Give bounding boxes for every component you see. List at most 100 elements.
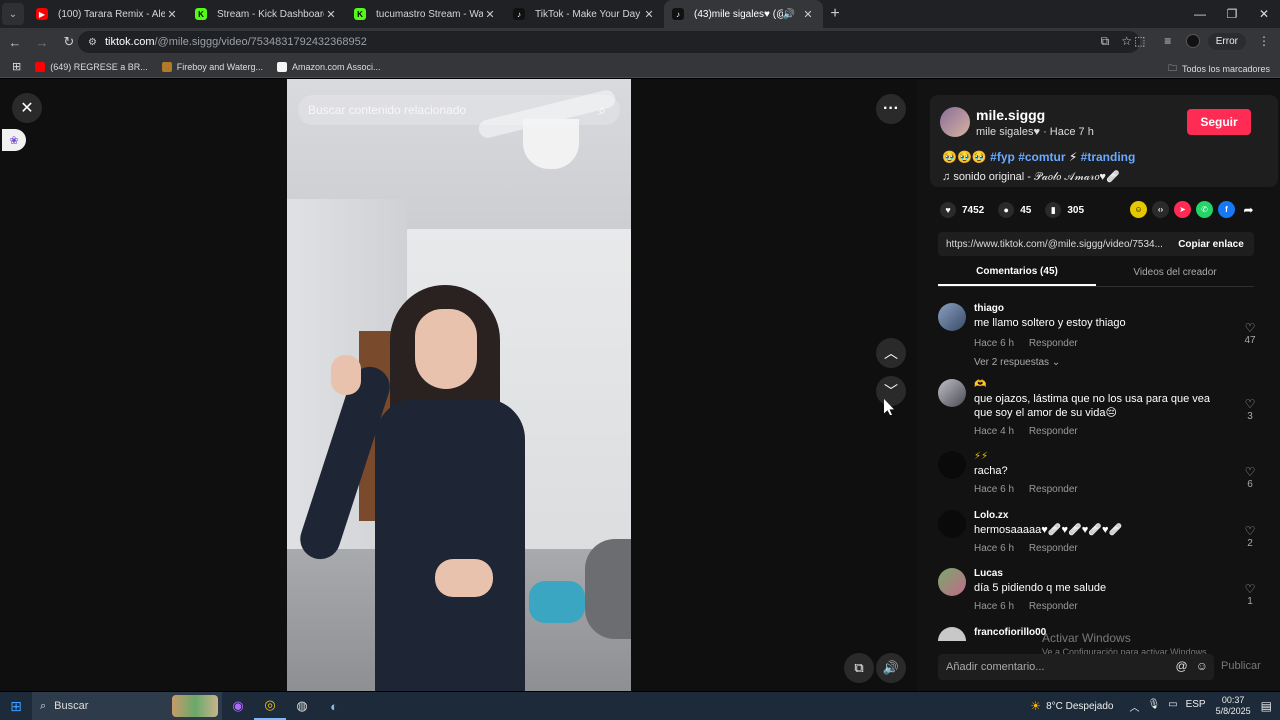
tab-kick-stream[interactable]: K tucumastro Stream - Watch Live ✕ — [346, 0, 505, 28]
tab-tiktok-video[interactable]: ♪ (43)mile sigales♥ (@mile.s 🔊 ✕ — [664, 0, 823, 28]
close-window-icon[interactable]: ✕ — [1248, 0, 1280, 28]
comment-like-button[interactable]: ♡ 47 — [1240, 321, 1260, 346]
reply-button[interactable]: Responder — [1029, 484, 1078, 495]
comment-like-button[interactable]: ♡ 3 — [1240, 397, 1260, 422]
next-video-button[interactable]: ﹀ — [876, 376, 906, 406]
more-options-button[interactable]: ··· — [876, 94, 906, 124]
creator-username[interactable]: mile.siggg — [976, 107, 1045, 123]
weather-widget[interactable]: ☀ 8°C Despejado — [1030, 699, 1113, 713]
whatsapp-icon[interactable]: ✆ — [1196, 201, 1213, 218]
share-arrow-icon[interactable]: ➦ — [1240, 201, 1257, 218]
hashtag-tranding[interactable]: #tranding — [1081, 150, 1136, 164]
reply-button[interactable]: Responder — [1029, 543, 1078, 554]
chevron-up-icon[interactable]: ︿ — [1129, 699, 1139, 714]
creator-avatar[interactable] — [940, 107, 970, 137]
related-search-input[interactable]: Buscar contenido relacionado ⌕ — [298, 95, 620, 125]
comment-like-button[interactable]: ♡ 1 — [1240, 582, 1260, 607]
address-bar[interactable]: ⚙ tiktok.com /@mile.siggg/video/75348317… — [78, 31, 1140, 53]
reply-button[interactable]: Responder — [1029, 601, 1078, 612]
embed-icon[interactable]: ‹› — [1152, 201, 1169, 218]
comment-button[interactable]: ● 45 — [998, 202, 1031, 218]
notifications-icon[interactable]: ▤ — [1261, 699, 1272, 713]
commenter-name[interactable]: francofiorillo00 — [974, 627, 1046, 638]
microphone-icon[interactable]: 🎙 — [1147, 699, 1160, 714]
tab-youtube[interactable]: ▶ (100) Tarara Remix - Alexio Feat ✕ — [28, 0, 187, 28]
comment-like-button[interactable]: ♡ 6 — [1240, 465, 1260, 490]
commenter-avatar[interactable] — [938, 303, 966, 331]
extensions-icon[interactable]: ⬚ — [1130, 31, 1150, 51]
restore-icon[interactable]: ❐ — [1216, 0, 1248, 28]
commenter-avatar[interactable] — [938, 510, 966, 538]
share-link-url[interactable]: https://www.tiktok.com/@mile.siggg/video… — [938, 239, 1168, 250]
commenter-avatar[interactable] — [938, 379, 966, 407]
hashtag-fyp[interactable]: #fyp — [990, 150, 1015, 164]
close-viewer-button[interactable]: ✕ — [12, 93, 42, 123]
emoji-icon[interactable]: ☺ — [1196, 659, 1208, 673]
commenter-name[interactable]: ⚡⚡ — [974, 451, 988, 462]
menu-icon[interactable]: ⋮ — [1254, 31, 1274, 51]
search-icon[interactable]: ⌕ — [592, 100, 612, 120]
friends-share-icon[interactable]: ☺ — [1130, 201, 1147, 218]
mention-icon[interactable]: @ — [1176, 659, 1188, 673]
reply-button[interactable]: Responder — [1029, 426, 1078, 437]
video-player[interactable] — [287, 79, 631, 691]
back-icon[interactable]: ← — [3, 30, 27, 54]
close-icon[interactable]: ✕ — [483, 8, 497, 21]
facebook-icon[interactable]: f — [1218, 201, 1235, 218]
tab-comments[interactable]: Comentarios (45) — [938, 259, 1096, 286]
chrome-icon[interactable]: ◎ — [254, 692, 286, 720]
commenter-name[interactable]: Lucas — [974, 568, 1003, 579]
commenter-name[interactable]: 🫶 — [974, 379, 986, 390]
send-icon[interactable]: ➤ — [1174, 201, 1191, 218]
copy-link-button[interactable]: Copiar enlace — [1168, 239, 1254, 250]
commenter-name[interactable]: thiago — [974, 303, 1004, 314]
hashtag-comtur[interactable]: #comtur — [1018, 150, 1065, 164]
windows-start-icon[interactable]: ⊞ — [0, 692, 32, 720]
steam-icon[interactable]: ◐ — [318, 692, 350, 720]
like-button[interactable]: ♥ 7452 — [940, 202, 984, 218]
tab-creator-videos[interactable]: Videos del creador — [1096, 259, 1254, 286]
picture-in-picture-button[interactable]: ⧉ — [844, 653, 874, 683]
save-button[interactable]: ▮ 305 — [1045, 202, 1084, 218]
tab-search-button[interactable]: ⌄ — [2, 3, 24, 25]
commenter-name[interactable]: Lolo.zx — [974, 510, 1008, 521]
bookmark-item[interactable]: (649) REGRESE a BR... — [35, 61, 148, 72]
forward-icon[interactable]: → — [30, 30, 54, 54]
site-info-icon[interactable]: ⚙ — [88, 37, 97, 48]
new-tab-button[interactable]: + — [823, 5, 847, 23]
bookmark-item[interactable]: Fireboy and Waterg... — [161, 61, 263, 72]
bookmark-item[interactable]: Amazon.com Associ... — [276, 61, 381, 72]
minimize-icon[interactable]: — — [1184, 0, 1216, 28]
close-icon[interactable]: ✕ — [642, 8, 656, 21]
network-icon[interactable]: ▭ — [1168, 699, 1177, 714]
close-icon[interactable]: ✕ — [801, 8, 815, 21]
obs-icon[interactable]: ◍ — [286, 692, 318, 720]
media-controls-icon[interactable]: ≡ — [1158, 31, 1178, 51]
taskbar-search[interactable]: ⌕ Buscar — [32, 692, 222, 720]
tab-kick-dashboard[interactable]: K Stream - Kick Dashboard ✕ — [187, 0, 346, 28]
publish-button[interactable]: Publicar — [1221, 660, 1261, 672]
comment-like-button[interactable]: ♡ 2 — [1240, 524, 1260, 549]
speaker-icon[interactable]: 🔊 — [783, 9, 795, 20]
close-icon[interactable]: ✕ — [165, 8, 179, 21]
app-icon-messenger[interactable]: ◉ — [222, 692, 254, 720]
tab-tiktok-home[interactable]: ♪ TikTok - Make Your Day ✕ — [505, 0, 664, 28]
view-replies-button[interactable]: Ver 2 respuestas ⌄ — [974, 357, 1060, 368]
volume-button[interactable]: 🔊 — [876, 653, 906, 683]
previous-video-button[interactable]: ︿ — [876, 338, 906, 368]
all-bookmarks[interactable]: 🗀 Todos los marcadores — [1168, 61, 1270, 77]
commenter-avatar[interactable] — [938, 627, 966, 641]
clock[interactable]: 00:37 5/8/2025 — [1216, 695, 1251, 717]
add-comment-input[interactable]: Añadir comentario... @ ☺ — [938, 654, 1214, 680]
commenter-avatar[interactable] — [938, 568, 966, 596]
error-chip[interactable]: Error — [1207, 32, 1246, 50]
install-app-icon[interactable]: ⧉ — [1101, 34, 1110, 49]
extension-brain-icon[interactable]: ❀ — [2, 129, 26, 151]
follow-button[interactable]: Seguir — [1187, 109, 1251, 135]
apps-icon[interactable]: ⊞ — [12, 60, 21, 73]
language-indicator[interactable]: ESP — [1186, 699, 1206, 714]
commenter-avatar[interactable] — [938, 451, 966, 479]
music-link[interactable]: ♫ sonido original - 𝒫𝒶𝑜𝓁𝑜 𝒜𝓂𝒶𝓇𝑜♥🩹 — [942, 170, 1120, 184]
reply-button[interactable]: Responder — [1029, 338, 1078, 349]
close-icon[interactable]: ✕ — [324, 8, 338, 21]
